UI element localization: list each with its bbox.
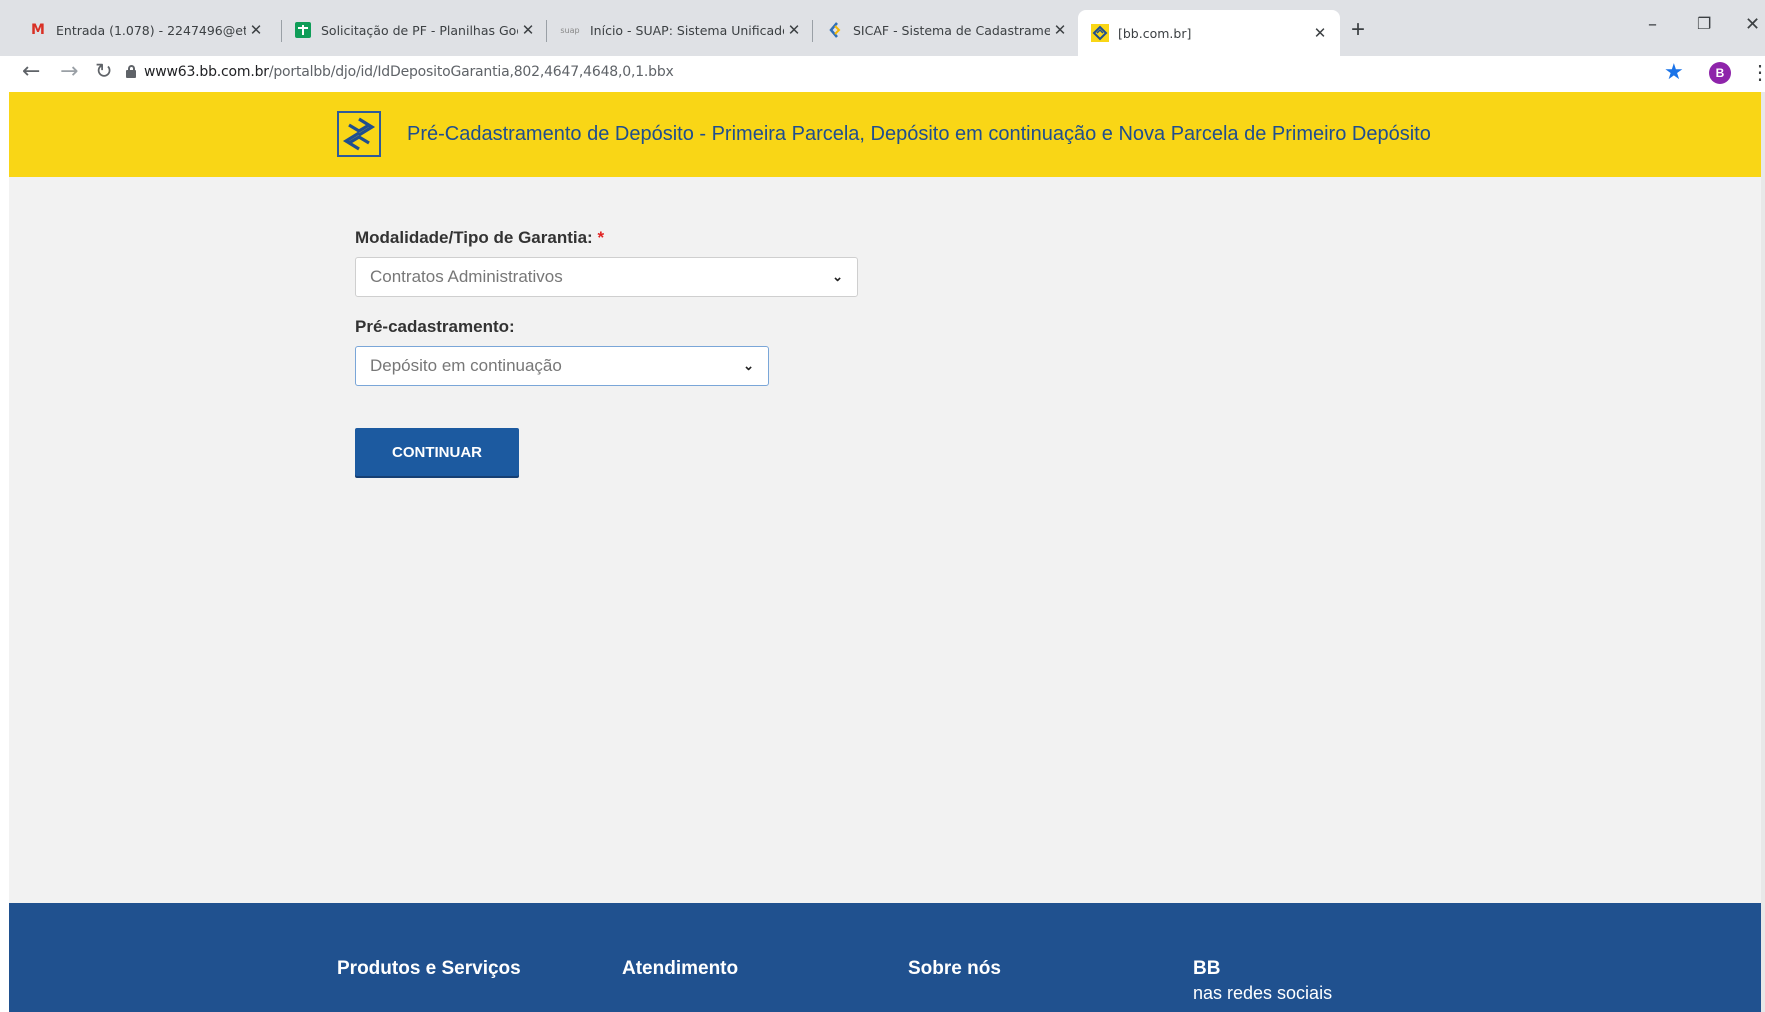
tab-sicaf[interactable]: SICAF - Sistema de Cadastramen ✕ <box>825 10 1070 50</box>
tab-title: Início - SUAP: Sistema Unificado <box>590 22 784 38</box>
minimize-icon[interactable]: – <box>1648 14 1657 35</box>
browser-tab-strip: M Entrada (1.078) - 2247496@etfbs ✕ Soli… <box>0 0 1765 56</box>
close-icon[interactable]: ✕ <box>518 21 538 39</box>
page-content: Pré-Cadastramento de Depósito - Primeira… <box>9 92 1761 1012</box>
profile-avatar[interactable]: B <box>1709 62 1731 84</box>
url-field[interactable]: www63.bb.com.br/portalbb/djo/id/IdDeposi… <box>144 64 674 80</box>
address-bar: ← → ↻ www63.bb.com.br/portalbb/djo/id/Id… <box>0 56 1765 92</box>
gmail-icon: M <box>31 22 45 38</box>
tab-bb-active[interactable]: [bb.com.br] ✕ <box>1078 10 1340 56</box>
close-icon[interactable]: ✕ <box>784 21 804 39</box>
footer-bb[interactable]: BB <box>1193 958 1220 980</box>
tab-title: SICAF - Sistema de Cadastramen <box>853 22 1050 38</box>
sheets-icon <box>293 20 313 40</box>
suap-icon: suap <box>560 25 580 35</box>
bb-icon <box>1090 23 1110 43</box>
modalidade-label: Modalidade/Tipo de Garantia: * <box>355 228 604 248</box>
restore-icon[interactable]: ❐ <box>1697 14 1711 33</box>
continuar-button[interactable]: CONTINUAR <box>355 428 519 476</box>
tab-suap[interactable]: suap Início - SUAP: Sistema Unificado ✕ <box>558 10 804 50</box>
close-icon[interactable]: ✕ <box>1310 24 1330 42</box>
browser-menu-icon[interactable]: ⋮ <box>1750 60 1765 85</box>
modalidade-select-value: Contratos Administrativos <box>370 267 563 286</box>
close-icon[interactable]: ✕ <box>246 21 266 39</box>
tab-separator <box>281 20 282 42</box>
lock-icon <box>126 65 136 78</box>
forward-icon[interactable]: → <box>60 59 78 84</box>
footer-sobre-nos[interactable]: Sobre nós <box>908 958 1001 980</box>
footer-atendimento[interactable]: Atendimento <box>622 958 738 980</box>
tab-title: Entrada (1.078) - 2247496@etfbs <box>56 22 246 38</box>
tab-title: Solicitação de PF - Planilhas Goo <box>321 22 518 38</box>
pre-cadastramento-select[interactable]: Depósito em continuação ⌄ <box>355 346 769 386</box>
modalidade-select[interactable]: Contratos Administrativos ⌄ <box>355 257 858 297</box>
close-icon[interactable]: ✕ <box>1050 21 1070 39</box>
url-host: www63.bb.com.br <box>144 64 269 80</box>
chevron-down-icon: ⌄ <box>743 358 754 373</box>
footer-produtos-servicos[interactable]: Produtos e Serviços <box>337 958 521 980</box>
required-mark: * <box>597 228 605 247</box>
url-path: /portalbb/djo/id/IdDepositoGarantia,802,… <box>268 64 674 80</box>
bb-logo <box>337 111 381 157</box>
tab-gmail[interactable]: M Entrada (1.078) - 2247496@etfbs ✕ <box>28 10 266 50</box>
tab-sheets[interactable]: Solicitação de PF - Planilhas Goo ✕ <box>293 10 538 50</box>
pre-cadastramento-select-value: Depósito em continuação <box>370 356 562 375</box>
reload-icon[interactable]: ↻ <box>95 59 113 83</box>
new-tab-icon[interactable]: + <box>1351 16 1365 44</box>
pre-cadastramento-label: Pré-cadastramento: <box>355 317 515 336</box>
tab-separator <box>546 20 547 42</box>
modalidade-label-text: Modalidade/Tipo de Garantia: <box>355 228 593 247</box>
page-footer: Produtos e Serviços Atendimento Sobre nó… <box>9 903 1761 1012</box>
tab-title: [bb.com.br] <box>1118 25 1192 41</box>
window-close-icon[interactable]: ✕ <box>1745 14 1760 35</box>
footer-bb-subtitle: nas redes sociais <box>1193 983 1333 1003</box>
back-icon[interactable]: ← <box>22 59 40 84</box>
page-scrollbar[interactable] <box>1761 92 1765 1012</box>
bookmark-star-icon[interactable]: ★ <box>1664 59 1684 85</box>
sicaf-icon <box>825 20 845 40</box>
tab-separator <box>812 20 813 42</box>
page-header: Pré-Cadastramento de Depósito - Primeira… <box>9 92 1761 177</box>
page-title: Pré-Cadastramento de Depósito - Primeira… <box>407 123 1431 145</box>
chevron-down-icon: ⌄ <box>832 269 843 284</box>
